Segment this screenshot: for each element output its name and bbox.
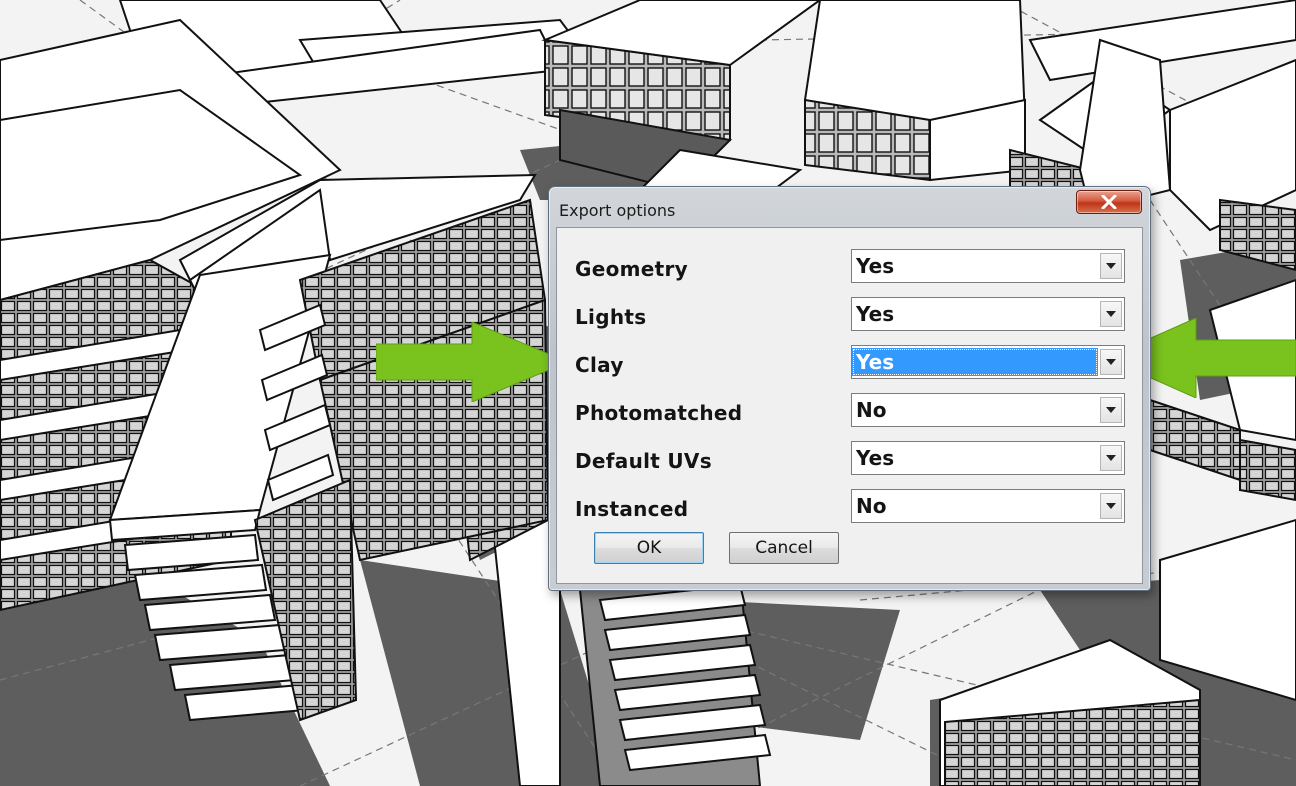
dropdown-button[interactable] (1100, 349, 1122, 375)
clay-select[interactable]: Yes (851, 345, 1125, 379)
cancel-button[interactable]: Cancel (729, 532, 839, 564)
option-label: Default UVs (575, 449, 712, 473)
select-value: Yes (852, 348, 1098, 376)
dropdown-button[interactable] (1100, 445, 1122, 471)
option-row-clay: Clay Yes (557, 345, 1142, 381)
option-label: Photomatched (575, 401, 743, 425)
export-options-dialog: Export options Geometry Yes Lights Yes C… (548, 186, 1151, 591)
option-row-geometry: Geometry Yes (557, 249, 1142, 285)
instanced-select[interactable]: No (851, 489, 1125, 523)
option-row-photomatched: Photomatched No (557, 393, 1142, 429)
chevron-down-icon (1106, 407, 1116, 413)
chevron-down-icon (1106, 455, 1116, 461)
dialog-title: Export options (559, 201, 676, 220)
dropdown-button[interactable] (1100, 493, 1122, 519)
select-value: No (856, 494, 887, 518)
chevron-down-icon (1106, 503, 1116, 509)
option-label: Lights (575, 305, 647, 329)
geometry-select[interactable]: Yes (851, 249, 1125, 283)
option-label: Instanced (575, 497, 689, 521)
dropdown-button[interactable] (1100, 397, 1122, 423)
chevron-down-icon (1106, 263, 1116, 269)
option-label: Clay (575, 353, 624, 377)
option-row-lights: Lights Yes (557, 297, 1142, 333)
chevron-down-icon (1106, 359, 1116, 365)
dialog-titlebar[interactable]: Export options (549, 187, 1150, 227)
select-value: No (856, 398, 887, 422)
dialog-client-area: Geometry Yes Lights Yes Clay Yes Photoma… (556, 227, 1143, 584)
lights-select[interactable]: Yes (851, 297, 1125, 331)
close-button[interactable] (1076, 190, 1142, 214)
close-x-icon (1101, 195, 1117, 209)
dropdown-button[interactable] (1100, 253, 1122, 279)
option-row-instanced: Instanced No (557, 489, 1142, 525)
select-value: Yes (856, 446, 895, 470)
option-row-default-uvs: Default UVs Yes (557, 441, 1142, 477)
dropdown-button[interactable] (1100, 301, 1122, 327)
option-label: Geometry (575, 257, 688, 281)
select-value: Yes (856, 302, 895, 326)
default-uvs-select[interactable]: Yes (851, 441, 1125, 475)
chevron-down-icon (1106, 311, 1116, 317)
select-value: Yes (856, 254, 895, 278)
photomatched-select[interactable]: No (851, 393, 1125, 427)
arrow-right-icon (376, 322, 570, 402)
ok-button[interactable]: OK (594, 532, 704, 564)
